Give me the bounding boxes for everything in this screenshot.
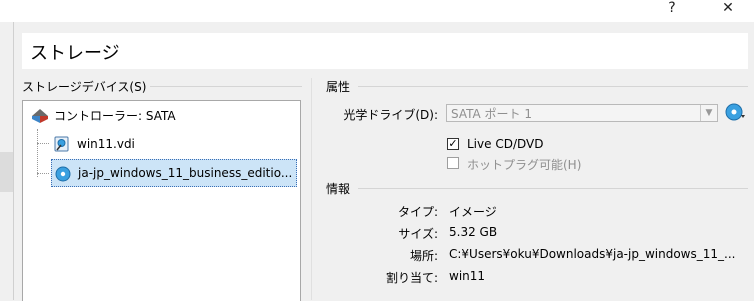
location-label: 場所: (409, 249, 438, 263)
storage-devices-label: ストレージデバイス(S) (22, 78, 151, 95)
title-bar: ? ✕ (0, 0, 754, 22)
controller-icon (31, 108, 49, 124)
location-value: C:¥Users¥oku¥Downloads¥ja-jp_windows_11_… (449, 247, 736, 261)
attached-value: win11 (449, 269, 486, 283)
type-label: タイプ: (397, 205, 438, 219)
pane-splitter[interactable] (311, 78, 312, 300)
page-header: ストレージ (22, 33, 748, 69)
storage-devices-separator (150, 86, 302, 87)
chevron-down-icon: ▼ (700, 105, 717, 121)
live-cd-label: Live CD/DVD (467, 137, 544, 151)
close-button[interactable]: ✕ (708, 0, 748, 20)
tree-connector (37, 173, 49, 175)
attributes-separator (358, 86, 748, 87)
choose-disk-button[interactable] (724, 102, 746, 122)
info-label: 情報 (326, 180, 355, 197)
optical-drive-select[interactable]: SATA ポート 1 ▼ (446, 104, 718, 122)
optical-drive-value: SATA ポート 1 (451, 107, 532, 121)
live-cd-checkbox[interactable]: ✓ (447, 138, 459, 150)
size-value: 5.32 GB (449, 225, 498, 239)
settings-nav-selected-edge (0, 152, 13, 192)
tree-item-iso[interactable]: ja-jp_windows_11_business_editio... (51, 159, 297, 187)
attached-label: 割り当て: (385, 271, 438, 285)
size-label: サイズ: (398, 227, 438, 241)
hotplug-checkbox[interactable] (447, 157, 459, 169)
info-separator (358, 188, 748, 189)
type-value: イメージ (449, 205, 497, 219)
controller-label: コントローラー: SATA (54, 109, 176, 123)
help-button[interactable]: ? (652, 0, 692, 20)
tree-connector (37, 143, 49, 145)
hotplug-label: ホットプラグ可能(H) (467, 158, 582, 172)
attributes-label: 属性 (326, 78, 355, 95)
tree-item-label: ja-jp_windows_11_business_editio... (78, 166, 293, 180)
page-title: ストレージ (30, 43, 120, 64)
optical-drive-label: 光学ドライブ(D): (343, 108, 438, 122)
tree-connector (37, 129, 39, 177)
hard-disk-icon (54, 136, 70, 152)
tree-item-label: win11.vdi (77, 137, 135, 151)
optical-disc-icon (55, 165, 71, 182)
optical-disc-icon (724, 102, 746, 125)
storage-tree[interactable]: コントローラー: SATA win11.vdi ja-jp_windows_11… (22, 100, 301, 301)
